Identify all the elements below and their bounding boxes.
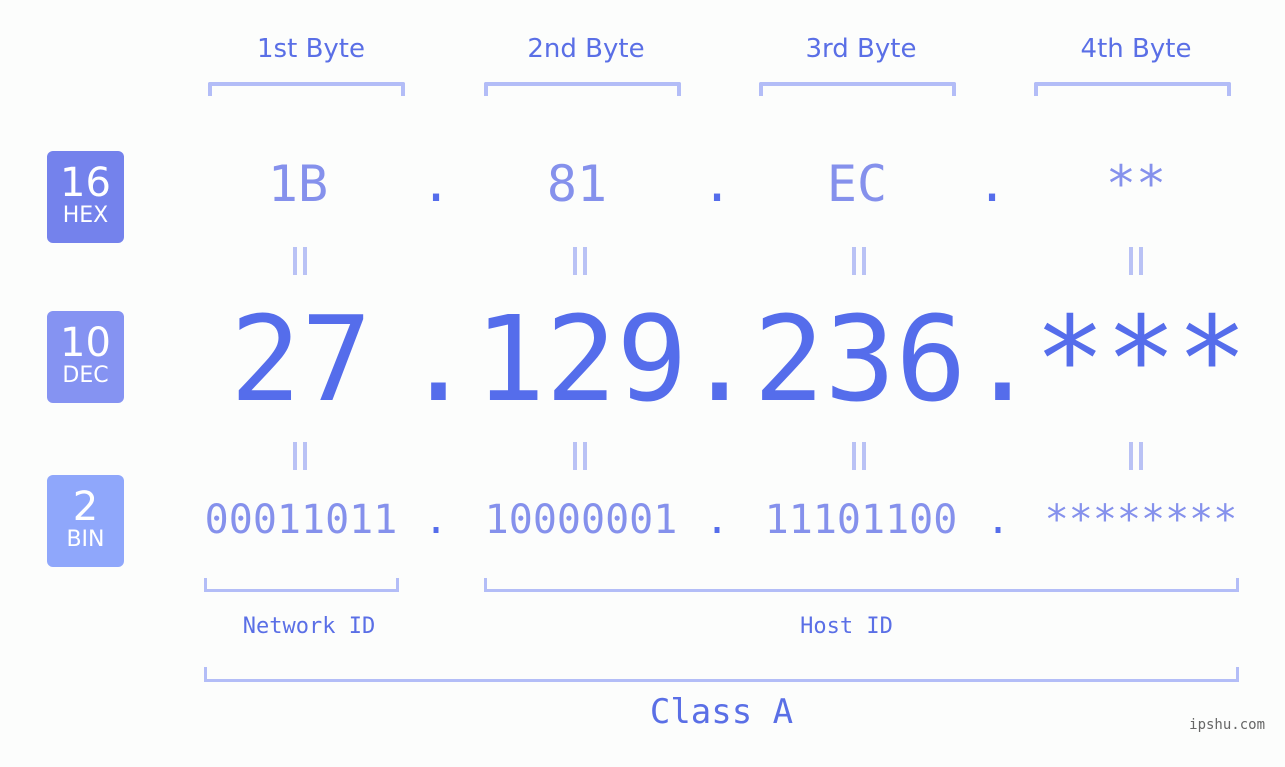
dec-label: DEC	[62, 363, 109, 388]
equals-icon	[852, 247, 866, 275]
byte-header-2: 2nd Byte	[527, 34, 645, 64]
hex-label: HEX	[62, 203, 109, 228]
equals-icon	[293, 442, 307, 470]
hex-value-4: **	[1105, 155, 1167, 213]
bin-value-3: 11101100	[764, 497, 958, 543]
bin-label: BIN	[66, 527, 105, 552]
hex-value-2: 81	[546, 155, 608, 213]
equals-icon	[573, 442, 587, 470]
hex-value-3: EC	[826, 155, 888, 213]
equals-icon	[1129, 247, 1143, 275]
byte-bracket-3	[759, 82, 956, 96]
dec-badge: 10 DEC	[47, 311, 124, 403]
hex-dot-1: .	[420, 155, 452, 213]
hex-badge: 16 HEX	[47, 151, 124, 243]
hex-dot-3: .	[976, 155, 1008, 213]
host-id-label: Host ID	[800, 614, 893, 639]
byte-header-1: 1st Byte	[257, 34, 365, 64]
dec-value-3: 236	[753, 290, 967, 428]
equals-icon	[852, 442, 866, 470]
class-bracket	[204, 667, 1239, 682]
equals-icon	[573, 247, 587, 275]
bin-value-1: 00011011	[204, 497, 398, 543]
byte-header-3: 3rd Byte	[805, 34, 917, 64]
hex-dot-2: .	[701, 155, 733, 213]
bin-dot-1: .	[423, 497, 449, 543]
byte-bracket-2	[484, 82, 681, 96]
byte-header-4: 4th Byte	[1080, 34, 1192, 64]
network-id-bracket	[204, 578, 399, 592]
hex-base: 16	[60, 160, 111, 206]
dec-value-4: ***	[1034, 290, 1248, 428]
bin-badge: 2 BIN	[47, 475, 124, 567]
byte-bracket-1	[208, 82, 405, 96]
network-id-label: Network ID	[242, 614, 376, 639]
hex-value-1: 1B	[267, 155, 329, 213]
dec-value-2: 129	[474, 290, 688, 428]
byte-bracket-4	[1034, 82, 1231, 96]
site-credit: ipshu.com	[1189, 717, 1265, 733]
equals-icon	[1129, 442, 1143, 470]
host-id-bracket	[484, 578, 1239, 592]
bin-value-2: 10000001	[484, 497, 678, 543]
dec-value-1: 27	[229, 290, 373, 428]
class-label: Class A	[649, 692, 794, 732]
dec-base: 10	[60, 320, 111, 366]
bin-base: 2	[72, 484, 99, 530]
equals-icon	[293, 247, 307, 275]
bin-value-4: ********	[1044, 497, 1238, 543]
